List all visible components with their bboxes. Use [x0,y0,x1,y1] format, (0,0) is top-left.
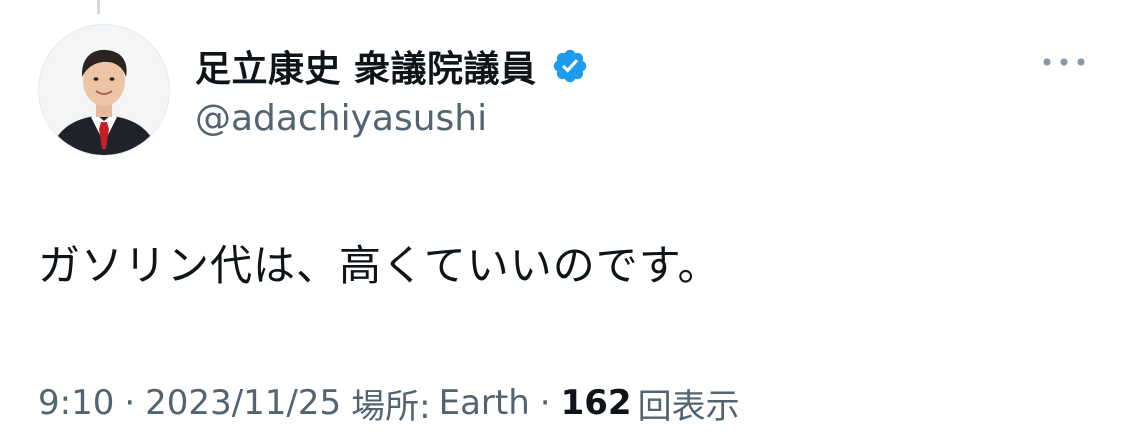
meta-separator: · [124,383,136,423]
meta-separator-2: · [539,383,551,423]
location-label: 場所: [351,386,431,427]
tweet-text: ガソリン代は、高くていいのです。 [38,241,721,290]
more-horizontal-icon [1043,58,1085,66]
author-name-row: 足立康史 衆議院議員 [195,38,589,94]
more-options-button[interactable] [1032,40,1096,84]
tweet-meta: 9:10 · 2023/11/25 場所: Earth · 162 回表示 [38,379,740,428]
views-count[interactable]: 162 [561,383,632,423]
author-display-name[interactable]: 足立康史 衆議院議員 [195,40,537,92]
tweet-time[interactable]: 9:10 [38,383,114,423]
thread-connector-line [97,0,100,14]
author-handle[interactable]: @adachiyasushi [195,98,487,139]
verified-badge-icon [553,49,586,83]
tweet-location[interactable]: Earth [439,383,530,423]
profile-photo-icon [39,25,169,155]
views-label[interactable]: 回表示 [638,379,740,428]
tweet-date[interactable]: 2023/11/25 [145,383,341,423]
author-avatar[interactable] [38,24,170,156]
